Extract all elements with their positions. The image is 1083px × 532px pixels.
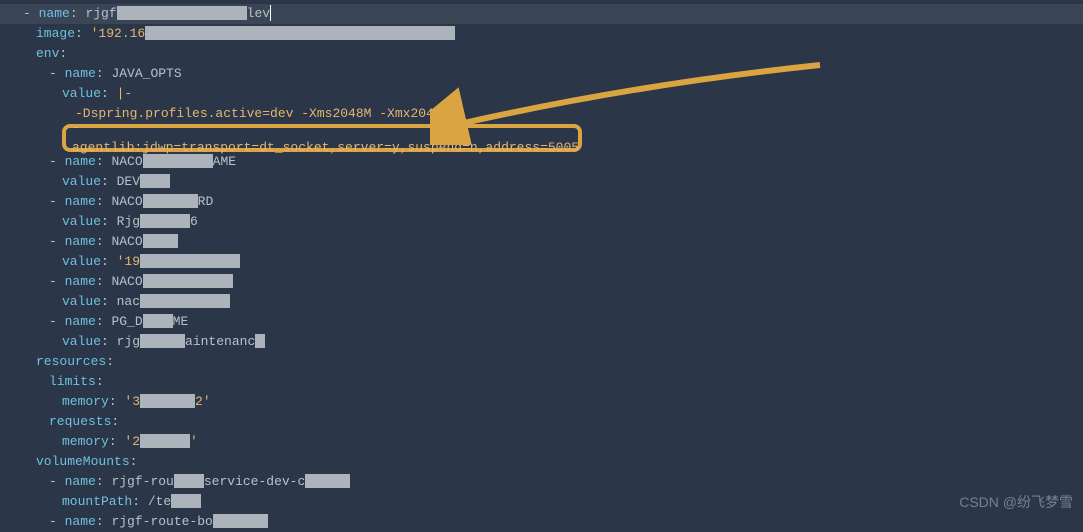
redacted-block: [255, 334, 265, 348]
yaml-dash: -: [23, 4, 39, 24]
yaml-key: value: [62, 252, 101, 272]
redacted-block: [143, 234, 178, 248]
yaml-key: image: [36, 24, 75, 44]
code-line[interactable]: mountPath: /te: [0, 492, 1083, 512]
redacted-block: [305, 474, 350, 488]
code-line[interactable]: env:: [0, 44, 1083, 64]
code-line[interactable]: value: DEV: [0, 172, 1083, 192]
yaml-key: resources: [36, 352, 106, 372]
yaml-key: value: [62, 172, 101, 192]
redacted-block: [143, 194, 198, 208]
redacted-block: [145, 26, 455, 40]
code-line[interactable]: value: |-: [0, 84, 1083, 104]
code-line[interactable]: limits:: [0, 372, 1083, 392]
yaml-key: name: [65, 272, 96, 292]
watermark-text: CSDN @纷飞梦雪: [959, 492, 1073, 512]
yaml-key: value: [62, 292, 101, 312]
redacted-block: [174, 474, 204, 488]
annotation-highlight-box: -agentlib:jdwp=transport=dt_socket,serve…: [62, 124, 582, 152]
code-line[interactable]: - name: rjgf-rouservice-dev-c: [0, 472, 1083, 492]
code-line[interactable]: - name: PG_DME: [0, 312, 1083, 332]
yaml-key: limits: [49, 372, 96, 392]
code-line[interactable]: value: Rjg6: [0, 212, 1083, 232]
yaml-key: value: [62, 332, 101, 352]
yaml-key: mountPath: [62, 492, 132, 512]
code-line[interactable]: value: nac: [0, 292, 1083, 312]
yaml-key: name: [65, 472, 96, 492]
code-line[interactable]: - name: JAVA_OPTS: [0, 64, 1083, 84]
yaml-key: name: [65, 64, 96, 84]
yaml-key: name: [39, 4, 70, 24]
highlighted-code: -agentlib:jdwp=transport=dt_socket,serve…: [72, 118, 579, 158]
yaml-key: volumeMounts: [36, 452, 130, 472]
redacted-block: [140, 254, 240, 268]
code-line[interactable]: - name: NACO: [0, 272, 1083, 292]
yaml-key: memory: [62, 392, 109, 412]
yaml-key: name: [65, 312, 96, 332]
text-cursor: [270, 5, 271, 21]
redacted-block: [143, 274, 233, 288]
redacted-block: [171, 494, 201, 508]
code-line[interactable]: - name: rjgf-route-bo: [0, 512, 1083, 532]
code-line[interactable]: - name: NACO: [0, 232, 1083, 252]
code-line[interactable]: - name: NACORD: [0, 192, 1083, 212]
code-line[interactable]: requests:: [0, 412, 1083, 432]
redacted-block: [140, 394, 195, 408]
code-line[interactable]: value: '19: [0, 252, 1083, 272]
yaml-key: name: [65, 192, 96, 212]
yaml-key: env: [36, 44, 59, 64]
yaml-key: name: [65, 512, 96, 532]
code-line[interactable]: - name: rjgflev: [0, 4, 1083, 24]
yaml-key: value: [62, 84, 101, 104]
yaml-key: memory: [62, 432, 109, 452]
code-line[interactable]: volumeMounts:: [0, 452, 1083, 472]
redacted-block: [117, 6, 247, 20]
yaml-editor[interactable]: - name: rjgflev image: '192.16 env: - na…: [0, 0, 1083, 532]
redacted-block: [140, 334, 185, 348]
yaml-key: requests: [49, 412, 111, 432]
redacted-block: [140, 294, 230, 308]
yaml-key: name: [65, 232, 96, 252]
redacted-block: [213, 514, 268, 528]
redacted-block: [140, 214, 190, 228]
redacted-block: [140, 174, 170, 188]
yaml-key: value: [62, 212, 101, 232]
redacted-block: [140, 434, 190, 448]
code-line[interactable]: image: '192.16: [0, 24, 1083, 44]
code-line[interactable]: memory: '2': [0, 432, 1083, 452]
code-line[interactable]: resources:: [0, 352, 1083, 372]
code-line[interactable]: memory: '32': [0, 392, 1083, 412]
redacted-block: [143, 314, 173, 328]
code-line[interactable]: value: rjgaintenanc: [0, 332, 1083, 352]
